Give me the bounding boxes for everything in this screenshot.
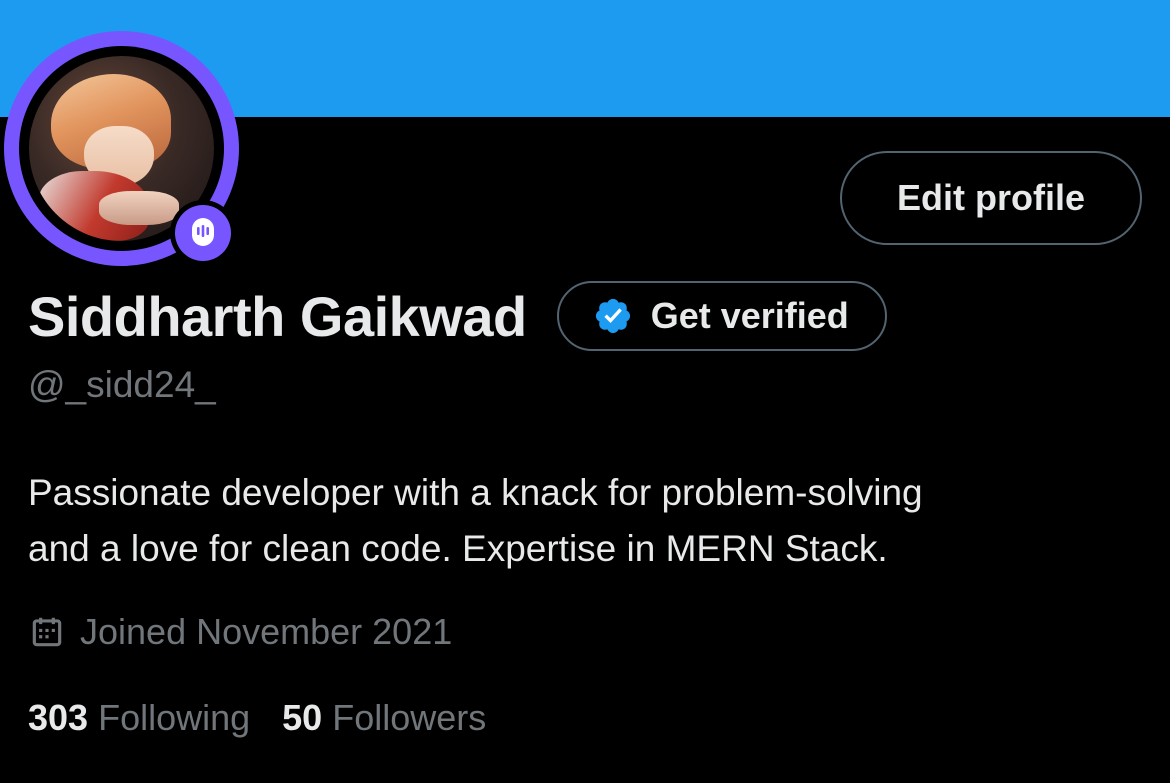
- following-count: 303: [28, 697, 89, 738]
- name-row: Siddharth Gaikwad Get verified: [28, 280, 887, 352]
- profile-bio: Passionate developer with a knack for pr…: [28, 465, 1148, 577]
- bio-line: Passionate developer with a knack for pr…: [28, 472, 923, 513]
- calendar-icon: [32, 617, 62, 647]
- get-verified-label: Get verified: [650, 295, 849, 336]
- bio-line: and a love for clean code. Expertise in …: [28, 528, 888, 569]
- user-handle: @_sidd24_: [28, 364, 216, 405]
- spaces-mic-icon: [192, 218, 214, 246]
- following-link[interactable]: 303 Following: [28, 697, 250, 739]
- followers-link[interactable]: 50 Followers: [282, 697, 486, 739]
- display-name: Siddharth Gaikwad: [28, 284, 527, 348]
- follow-stats: 303 Following 50 Followers: [28, 694, 486, 742]
- joined-date: Joined November 2021: [28, 608, 452, 656]
- get-verified-button[interactable]: Get verified: [556, 281, 887, 351]
- spaces-badge[interactable]: [170, 200, 236, 266]
- edit-profile-label: Edit profile: [897, 177, 1085, 218]
- following-label: Following: [98, 697, 251, 738]
- followers-count: 50: [282, 697, 323, 738]
- edit-profile-button[interactable]: Edit profile: [840, 151, 1142, 245]
- followers-label: Followers: [332, 697, 487, 738]
- joined-label: Joined November 2021: [80, 611, 453, 652]
- verified-check-icon: [595, 298, 630, 334]
